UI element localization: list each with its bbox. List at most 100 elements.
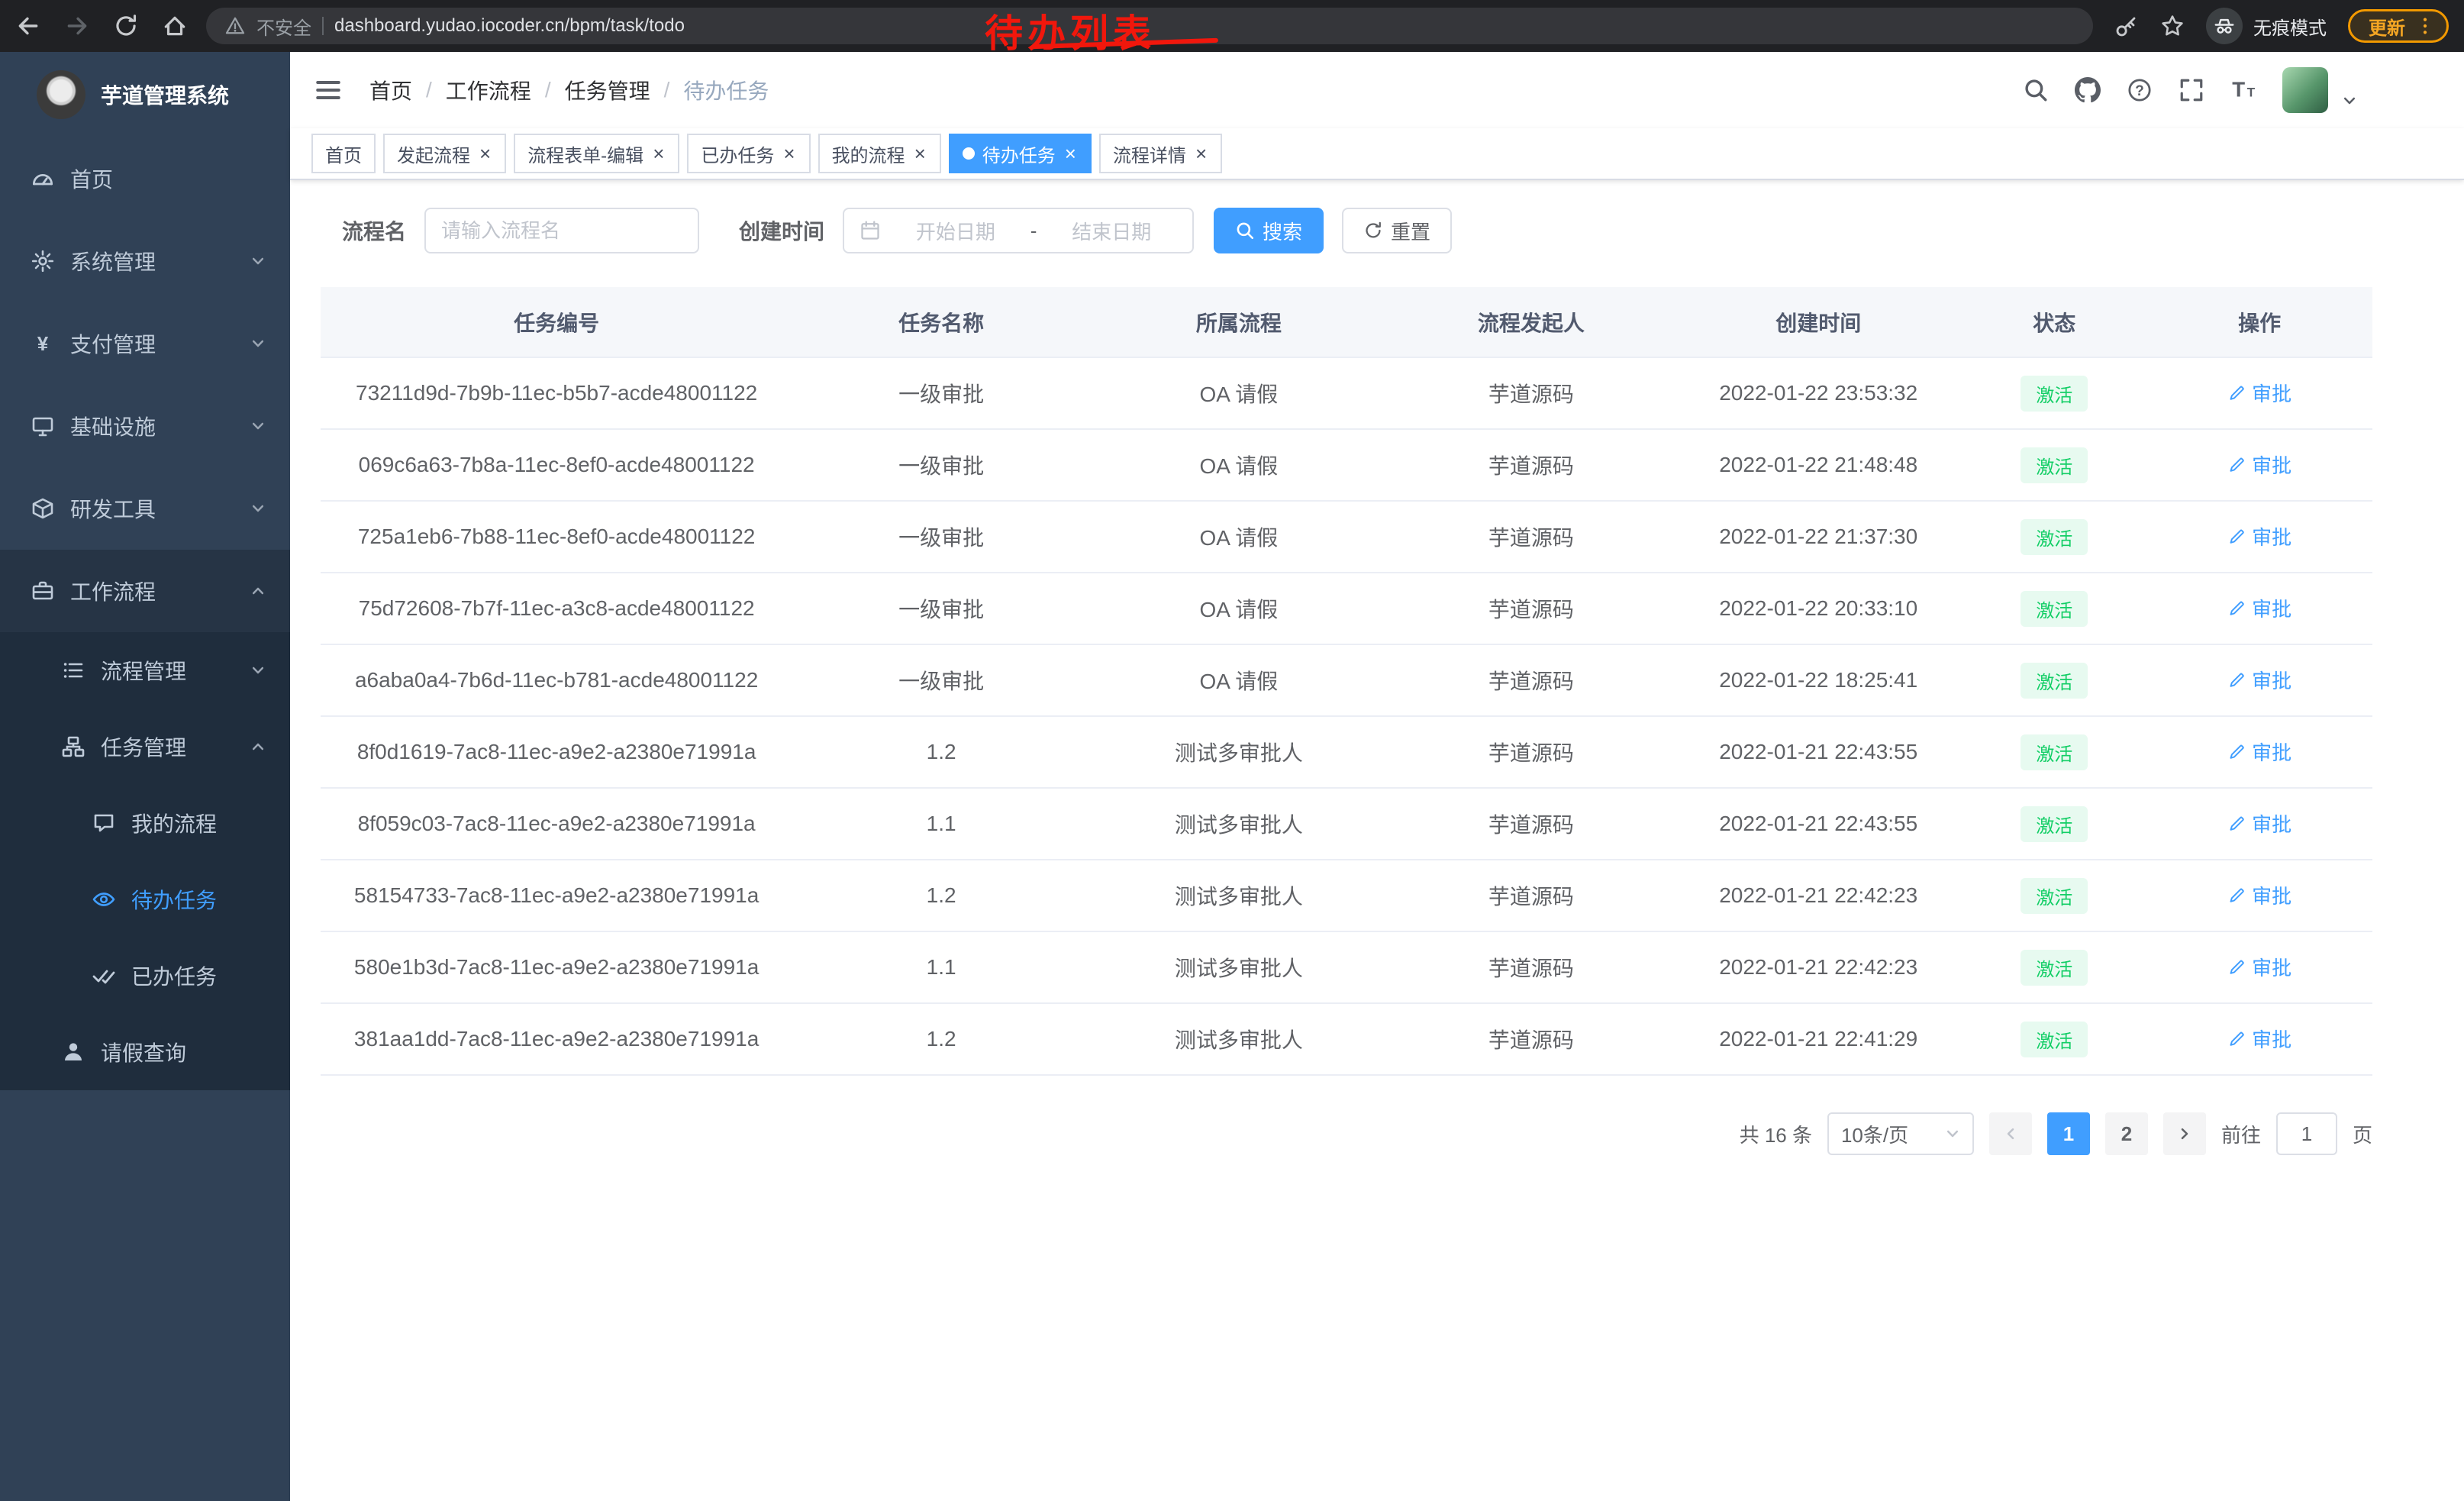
approve-link[interactable]: 审批 [2227, 738, 2291, 766]
cell-id: 75d72608-7b7f-11ec-a3c8-acde48001122 [321, 573, 792, 644]
sidebar-item-10[interactable]: 已办任务 [0, 938, 290, 1014]
status-badge: 激活 [2021, 734, 2088, 770]
tab-close-icon[interactable]: × [782, 144, 796, 163]
security-label: 不安全 [256, 13, 311, 40]
approve-link[interactable]: 审批 [2227, 379, 2291, 407]
forward-icon[interactable] [64, 13, 90, 39]
sidebar-toggle-hamburger-icon[interactable] [313, 75, 343, 105]
prev-page-button[interactable] [1989, 1112, 2032, 1155]
approve-link[interactable]: 审批 [2227, 450, 2291, 479]
tab-close-icon[interactable]: × [1194, 144, 1208, 163]
sidebar-item-6[interactable]: 流程管理 [0, 632, 290, 709]
cell-action: 审批 [2146, 1003, 2372, 1075]
cell-name: 一级审批 [792, 573, 1090, 644]
font-size-icon[interactable] [2230, 77, 2256, 103]
reload-icon[interactable] [113, 13, 139, 39]
approve-link[interactable]: 审批 [2227, 522, 2291, 550]
main: 首页/工作流程/任务管理/待办任务 首页发起流程×流程表单-编辑×已办任务×我的… [290, 52, 2464, 1501]
sidebar-item-11[interactable]: 请假查询 [0, 1014, 290, 1090]
next-page-button[interactable] [2163, 1112, 2206, 1155]
tab-close-icon[interactable]: × [651, 144, 666, 163]
update-browser-button[interactable]: 更新 [2348, 9, 2449, 43]
breadcrumb-item[interactable]: 首页 [369, 75, 412, 105]
help-icon[interactable] [2127, 77, 2153, 103]
search-button[interactable]: 搜索 [1214, 208, 1324, 253]
github-icon[interactable] [2075, 77, 2101, 103]
cell-id: 73211d9d-7b9b-11ec-b5b7-acde48001122 [321, 357, 792, 429]
sidebar-item-7[interactable]: 任务管理 [0, 709, 290, 785]
goto-page-input[interactable] [2276, 1112, 2337, 1155]
sidebar-item-5[interactable]: 工作流程 [0, 550, 290, 632]
sidebar-item-2[interactable]: 支付管理 [0, 302, 290, 385]
page-size-select[interactable]: 10条/页 [1827, 1112, 1974, 1155]
incognito-label: 无痕模式 [2253, 13, 2327, 40]
calendar-icon [859, 220, 881, 241]
approve-link[interactable]: 审批 [2227, 809, 2291, 838]
sidebar-item-3[interactable]: 基础设施 [0, 385, 290, 467]
sidebar-item-8[interactable]: 我的流程 [0, 785, 290, 861]
not-secure-warning-icon[interactable] [224, 15, 246, 37]
pencil-icon [2227, 599, 2246, 618]
cell-process: 测试多审批人 [1090, 860, 1388, 931]
browser-nav-buttons [15, 13, 188, 39]
avatar-caret-icon[interactable] [2342, 93, 2357, 108]
tab-1[interactable]: 发起流程 × [383, 134, 506, 173]
tab-5[interactable]: 待办任务× [949, 134, 1092, 173]
sidebar-item-label: 支付管理 [70, 328, 156, 359]
key-icon[interactable] [2114, 14, 2139, 38]
home-icon[interactable] [162, 13, 188, 39]
pencil-icon [2227, 528, 2246, 546]
page-button-2[interactable]: 2 [2105, 1112, 2148, 1155]
org-icon [61, 734, 85, 759]
fullscreen-icon[interactable] [2179, 77, 2204, 103]
cell-status: 激活 [1962, 644, 2146, 716]
approve-link[interactable]: 审批 [2227, 666, 2291, 694]
browser-menu-icon[interactable] [2414, 15, 2436, 37]
dashboard-icon [31, 166, 55, 191]
approve-link[interactable]: 审批 [2227, 881, 2291, 909]
approve-link[interactable]: 审批 [2227, 953, 2291, 981]
cell-created: 2022-01-22 21:48:48 [1675, 429, 1962, 501]
tab-4[interactable]: 我的流程× [818, 134, 941, 173]
breadcrumb-item[interactable]: 任务管理 [565, 75, 650, 105]
approve-link[interactable]: 审批 [2227, 594, 2291, 622]
date-range-picker[interactable]: 开始日期 - 结束日期 [843, 208, 1194, 253]
sidebar-item-4[interactable]: 研发工具 [0, 467, 290, 550]
bookmark-star-icon[interactable] [2160, 14, 2185, 38]
tab-close-icon[interactable]: × [1063, 144, 1078, 163]
cell-created: 2022-01-21 22:43:55 [1675, 788, 1962, 860]
tab-close-icon[interactable]: × [913, 144, 927, 163]
process-name-input[interactable] [424, 208, 699, 253]
cell-process: OA 请假 [1090, 357, 1388, 429]
approve-label: 审批 [2252, 1025, 2291, 1053]
search-icon[interactable] [2023, 77, 2049, 103]
back-icon[interactable] [15, 13, 41, 39]
app-logo[interactable]: 芋道管理系统 [0, 52, 290, 137]
status-badge: 激活 [2021, 878, 2088, 914]
url-text: dashboard.yudao.iocoder.cn/bpm/task/todo [334, 15, 685, 37]
status-badge: 激活 [2021, 663, 2088, 699]
tab-0[interactable]: 首页 [311, 134, 376, 173]
sidebar-item-9[interactable]: 待办任务 [0, 861, 290, 938]
tab-6[interactable]: 流程详情× [1099, 134, 1222, 173]
approve-link[interactable]: 审批 [2227, 1025, 2291, 1053]
cell-action: 审批 [2146, 429, 2372, 501]
approve-label: 审批 [2252, 522, 2291, 550]
tab-3[interactable]: 已办任务× [687, 134, 810, 173]
sidebar-item-1[interactable]: 系统管理 [0, 220, 290, 302]
page-button-1[interactable]: 1 [2047, 1112, 2090, 1155]
breadcrumb-item[interactable]: 工作流程 [446, 75, 531, 105]
sidebar-item-0[interactable]: 首页 [0, 137, 290, 220]
status-badge: 激活 [2021, 447, 2088, 483]
column-header: 流程发起人 [1388, 287, 1675, 357]
cell-created: 2022-01-22 20:33:10 [1675, 573, 1962, 644]
pagination: 共 16 条 10条/页 12 前往 页 [321, 1112, 2372, 1155]
user-avatar[interactable] [2282, 67, 2328, 113]
reset-button[interactable]: 重置 [1342, 208, 1452, 253]
tab-label: 发起流程 [397, 140, 470, 167]
tab-close-icon[interactable]: × [478, 144, 492, 163]
pencil-icon [2227, 384, 2246, 402]
breadcrumb-separator: / [545, 78, 551, 102]
chevron-right-icon [2177, 1126, 2192, 1141]
tab-2[interactable]: 流程表单-编辑× [514, 134, 679, 173]
